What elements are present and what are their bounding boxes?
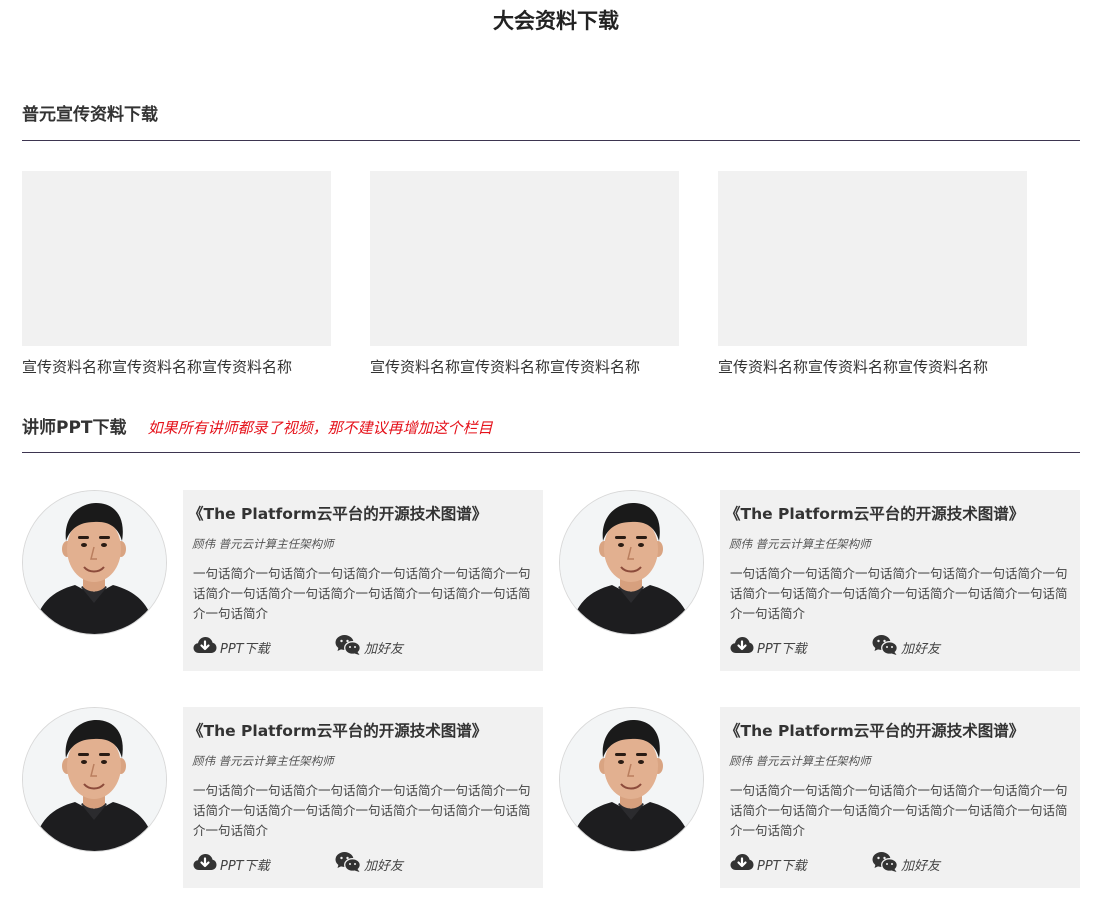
speaker-info-panel: 《The Platform云平台的开源技术图谱》 顾伟 普元云计算主任架构师 一… (720, 707, 1080, 888)
speaker-avatar (559, 707, 704, 852)
add-friend-label: 加好友 (901, 858, 941, 874)
speaker-bio: 一句话简介一句话简介一句话简介一句话简介一句话简介一句话简介一句话简介一句话简介… (193, 566, 531, 621)
page-title: 大会资料下载 (493, 9, 619, 33)
ppt-download-button[interactable]: PPT下载 (193, 853, 270, 875)
add-friend-label: 加好友 (901, 641, 941, 657)
speaker-avatar (559, 490, 704, 635)
wechat-icon (872, 634, 898, 660)
add-friend-button[interactable]: 加好友 (872, 851, 941, 877)
ppt-section-title: 讲师PPT下载 (22, 418, 127, 438)
speaker-card: 《The Platform云平台的开源技术图谱》 顾伟 普元云计算主任架构师 一… (559, 707, 1080, 888)
speaker-name-title: 顾伟 普元云计算主任架构师 (729, 537, 871, 551)
ppt-download-label: PPT下载 (220, 641, 270, 657)
talk-title[interactable]: 《The Platform云平台的开源技术图谱》 (188, 720, 487, 742)
speaker-bio: 一句话简介一句话简介一句话简介一句话简介一句话简介一句话简介一句话简介一句话简介… (730, 566, 1068, 621)
talk-title[interactable]: 《The Platform云平台的开源技术图谱》 (725, 720, 1024, 742)
ppt-download-label: PPT下载 (757, 641, 807, 657)
cloud-download-icon (193, 636, 217, 658)
ppt-download-button[interactable]: PPT下载 (730, 636, 807, 658)
add-friend-button[interactable]: 加好友 (335, 851, 404, 877)
speaker-name-title: 顾伟 普元云计算主任架构师 (192, 537, 334, 551)
promo-item-name[interactable]: 宣传资料名称宣传资料名称宣传资料名称 (22, 357, 331, 377)
speaker-card: 《The Platform云平台的开源技术图谱》 顾伟 普元云计算主任架构师 一… (559, 490, 1080, 671)
talk-title[interactable]: 《The Platform云平台的开源技术图谱》 (188, 503, 487, 525)
promo-thumbnail[interactable] (370, 171, 679, 346)
speaker-info-panel: 《The Platform云平台的开源技术图谱》 顾伟 普元云计算主任架构师 一… (183, 707, 543, 888)
speaker-avatar (22, 490, 167, 635)
cloud-download-icon (730, 636, 754, 658)
speaker-bio: 一句话简介一句话简介一句话简介一句话简介一句话简介一句话简介一句话简介一句话简介… (730, 783, 1068, 838)
cloud-download-icon (730, 853, 754, 875)
wechat-icon (335, 634, 361, 660)
ppt-download-button[interactable]: PPT下载 (730, 853, 807, 875)
promo-item[interactable]: 宣传资料名称宣传资料名称宣传资料名称 (370, 171, 679, 377)
cloud-download-icon (193, 853, 217, 875)
speaker-info-panel: 《The Platform云平台的开源技术图谱》 顾伟 普元云计算主任架构师 一… (183, 490, 543, 671)
ppt-section-header: 讲师PPT下载 如果所有讲师都录了视频，那不建议再增加这个栏目 (22, 416, 1080, 453)
ppt-download-label: PPT下载 (220, 858, 270, 874)
promo-item[interactable]: 宣传资料名称宣传资料名称宣传资料名称 (22, 171, 331, 377)
wechat-icon (335, 851, 361, 877)
promo-item-name[interactable]: 宣传资料名称宣传资料名称宣传资料名称 (718, 357, 1027, 377)
promo-section-header: 普元宣传资料下载 (22, 103, 1080, 141)
add-friend-label: 加好友 (364, 858, 404, 874)
ppt-download-label: PPT下载 (757, 858, 807, 874)
ppt-section-note: 如果所有讲师都录了视频，那不建议再增加这个栏目 (147, 419, 493, 437)
speaker-bio: 一句话简介一句话简介一句话简介一句话简介一句话简介一句话简介一句话简介一句话简介… (193, 783, 531, 838)
speaker-name-title: 顾伟 普元云计算主任架构师 (729, 754, 871, 768)
speaker-card: 《The Platform云平台的开源技术图谱》 顾伟 普元云计算主任架构师 一… (22, 490, 543, 671)
speaker-name-title: 顾伟 普元云计算主任架构师 (192, 754, 334, 768)
promo-item-name[interactable]: 宣传资料名称宣传资料名称宣传资料名称 (370, 357, 679, 377)
speaker-info-panel: 《The Platform云平台的开源技术图谱》 顾伟 普元云计算主任架构师 一… (720, 490, 1080, 671)
promo-thumbnail[interactable] (22, 171, 331, 346)
add-friend-button[interactable]: 加好友 (872, 634, 941, 660)
talk-title[interactable]: 《The Platform云平台的开源技术图谱》 (725, 503, 1024, 525)
promo-section-title: 普元宣传资料下载 (22, 105, 158, 125)
ppt-download-button[interactable]: PPT下载 (193, 636, 270, 658)
promo-thumbnail[interactable] (718, 171, 1027, 346)
add-friend-button[interactable]: 加好友 (335, 634, 404, 660)
speaker-card: 《The Platform云平台的开源技术图谱》 顾伟 普元云计算主任架构师 一… (22, 707, 543, 888)
speaker-avatar (22, 707, 167, 852)
wechat-icon (872, 851, 898, 877)
add-friend-label: 加好友 (364, 641, 404, 657)
promo-item[interactable]: 宣传资料名称宣传资料名称宣传资料名称 (718, 171, 1027, 377)
